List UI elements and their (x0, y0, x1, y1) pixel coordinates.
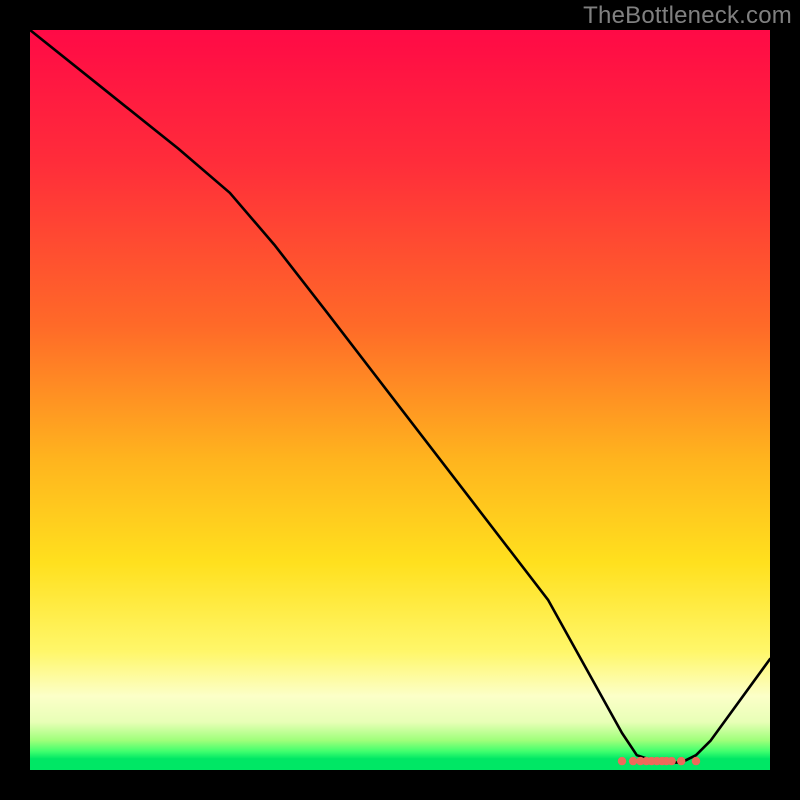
watermark-text: TheBottleneck.com (583, 2, 792, 30)
chart-svg (30, 30, 770, 770)
optimal-dot (618, 757, 626, 765)
optimal-dot (692, 757, 700, 765)
plot-container (30, 30, 770, 770)
optimal-dot (667, 757, 675, 765)
optimal-dot (629, 757, 637, 765)
bottleneck-line (30, 30, 770, 763)
optimal-dot (677, 757, 685, 765)
chart-frame: TheBottleneck.com (0, 0, 800, 800)
